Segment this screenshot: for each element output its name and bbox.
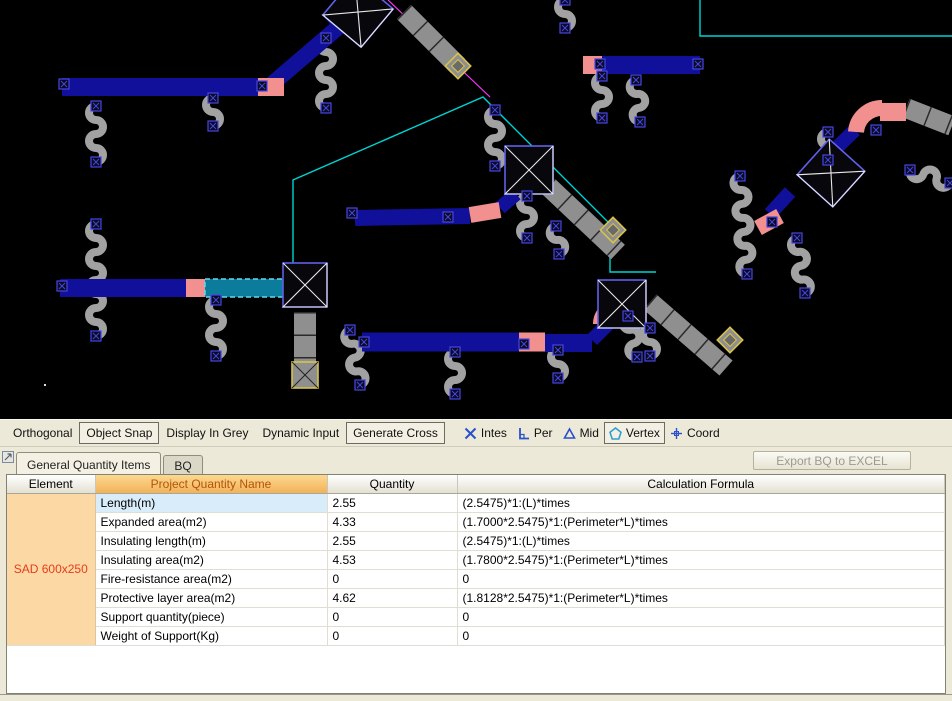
col-project-quantity-name[interactable]: Project Quantity Name <box>95 475 327 493</box>
perpendicular-icon <box>517 427 530 440</box>
table-row[interactable]: Weight of Support(Kg)00 <box>7 626 945 645</box>
formula-cell[interactable]: 0 <box>457 626 945 645</box>
tab-bq[interactable]: BQ <box>163 455 202 474</box>
formula-cell[interactable]: (1.8128*2.5475)*1:(Perimeter*L)*times <box>457 588 945 607</box>
coord-snap-button[interactable]: Coord <box>665 422 725 444</box>
dynamic-input-toggle[interactable]: Dynamic Input <box>255 422 346 444</box>
formula-cell[interactable]: (2.5475)*1:(L)*times <box>457 493 945 512</box>
object-snap-toggle[interactable]: Object Snap <box>79 422 159 444</box>
quantity-value-cell[interactable]: 0 <box>327 626 457 645</box>
table-row[interactable]: Protective layer area(m2)4.62(1.8128*2.5… <box>7 588 945 607</box>
display-in-grey-toggle[interactable]: Display In Grey <box>159 422 255 444</box>
tab-general-quantity-items[interactable]: General Quantity Items <box>16 452 161 474</box>
export-bq-button[interactable]: Export BQ to EXCEL <box>753 451 911 470</box>
quantity-value-cell[interactable]: 4.62 <box>327 588 457 607</box>
quantity-name-cell[interactable]: Expanded area(m2) <box>95 512 327 531</box>
snap-label: Coord <box>687 426 720 440</box>
col-quantity[interactable]: Quantity <box>327 475 457 493</box>
midpoint-snap-button[interactable]: Mid <box>558 422 604 444</box>
toolbar: Orthogonal Object Snap Display In Grey D… <box>0 419 952 447</box>
quantity-value-cell[interactable]: 2.55 <box>327 493 457 512</box>
table-row[interactable]: Insulating area(m2)4.53(1.7800*2.5475)*1… <box>7 550 945 569</box>
snap-label: Intes <box>481 426 507 440</box>
cad-canvas[interactable] <box>0 0 952 419</box>
quantity-name-cell[interactable]: Length(m) <box>95 493 327 512</box>
col-calculation-formula[interactable]: Calculation Formula <box>457 475 945 493</box>
quantity-value-cell[interactable]: 2.55 <box>327 531 457 550</box>
quantity-value-cell[interactable]: 0 <box>327 607 457 626</box>
quantity-name-cell[interactable]: Fire-resistance area(m2) <box>95 569 327 588</box>
table-row[interactable]: Fire-resistance area(m2)00 <box>7 569 945 588</box>
table-row[interactable]: Insulating length(m)2.55(2.5475)*1:(L)*t… <box>7 531 945 550</box>
formula-cell[interactable]: 0 <box>457 569 945 588</box>
vertex-snap-button[interactable]: Vertex <box>604 422 665 444</box>
quantity-table: Element Project Quantity Name Quantity C… <box>6 474 946 694</box>
quantity-name-cell[interactable]: Insulating length(m) <box>95 531 327 550</box>
quantity-name-cell[interactable]: Insulating area(m2) <box>95 550 327 569</box>
snap-label: Mid <box>580 426 599 440</box>
quantity-value-cell[interactable]: 4.33 <box>327 512 457 531</box>
table-row[interactable]: Support quantity(piece)00 <box>7 607 945 626</box>
quantity-value-cell[interactable]: 4.53 <box>327 550 457 569</box>
snap-label: Per <box>534 426 553 440</box>
element-cell[interactable]: SAD 600x250 <box>7 493 95 645</box>
table-header-row: Element Project Quantity Name Quantity C… <box>7 475 945 493</box>
snap-group: Intes Per Mid Vertex <box>459 422 725 444</box>
quantity-name-cell[interactable]: Support quantity(piece) <box>95 607 327 626</box>
panel-tabbar: General Quantity Items BQ Export BQ to E… <box>0 447 952 474</box>
table-row[interactable]: SAD 600x250Length(m)2.55(2.5475)*1:(L)*t… <box>7 493 945 512</box>
coord-icon <box>670 427 683 440</box>
perpendicular-snap-button[interactable]: Per <box>512 422 558 444</box>
app-window: Orthogonal Object Snap Display In Grey D… <box>0 0 952 701</box>
midpoint-icon <box>563 427 576 440</box>
table-row[interactable]: Expanded area(m2)4.33(1.7000*2.5475)*1:(… <box>7 512 945 531</box>
formula-cell[interactable]: (1.7000*2.5475)*1:(Perimeter*L)*times <box>457 512 945 531</box>
formula-cell[interactable]: (1.7800*2.5475)*1:(Perimeter*L)*times <box>457 550 945 569</box>
quantity-name-cell[interactable]: Weight of Support(Kg) <box>95 626 327 645</box>
collapse-panel-icon[interactable] <box>2 451 14 463</box>
col-element[interactable]: Element <box>7 475 95 493</box>
formula-cell[interactable]: (2.5475)*1:(L)*times <box>457 531 945 550</box>
bottom-strip <box>0 694 952 701</box>
intersection-icon <box>464 427 477 440</box>
quantity-name-cell[interactable]: Protective layer area(m2) <box>95 588 327 607</box>
formula-cell[interactable]: 0 <box>457 607 945 626</box>
vertex-icon <box>609 427 622 440</box>
orthogonal-toggle[interactable]: Orthogonal <box>6 422 79 444</box>
quantity-value-cell[interactable]: 0 <box>327 569 457 588</box>
generate-cross-toggle[interactable]: Generate Cross <box>346 422 445 444</box>
snap-label: Vertex <box>626 426 660 440</box>
intersection-snap-button[interactable]: Intes <box>459 422 512 444</box>
